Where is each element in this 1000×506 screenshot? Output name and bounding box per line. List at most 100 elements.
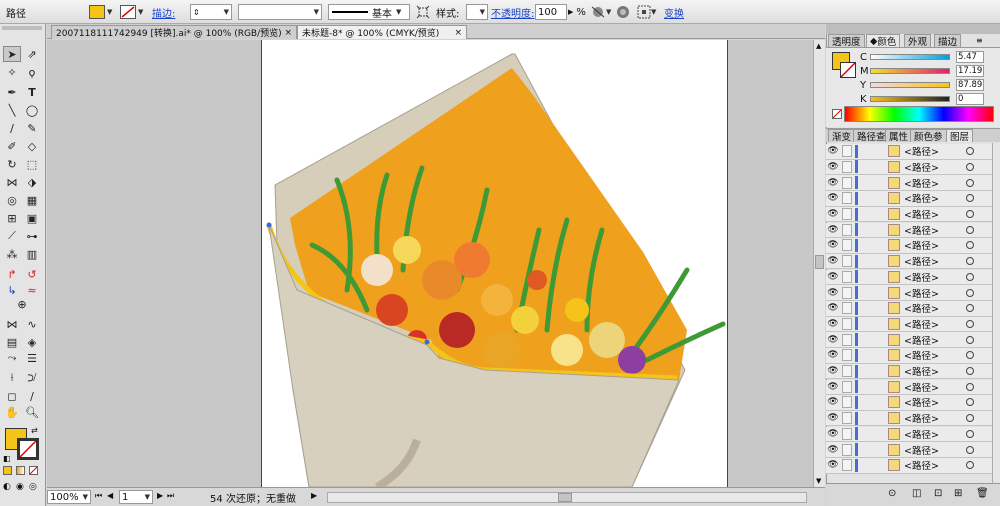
mesh-tool-icon[interactable]: ⊞: [3, 210, 21, 226]
variable-width-select[interactable]: ▼: [238, 4, 322, 20]
transform-link[interactable]: 变换: [664, 5, 684, 20]
chevron-right-icon[interactable]: ▶: [568, 8, 573, 16]
eye-icon[interactable]: 👁︎: [826, 319, 840, 329]
none-swatch[interactable]: [832, 109, 842, 119]
stroke-link[interactable]: 描边:: [152, 5, 175, 20]
warp-tool-icon[interactable]: ⤳: [3, 350, 21, 366]
fill-swatch-control[interactable]: ▼: [89, 0, 112, 24]
blob-brush-tool-icon[interactable]: ✐: [3, 138, 21, 154]
layer-row[interactable]: 👁︎ <路径>: [826, 426, 992, 443]
black-input[interactable]: 0: [956, 93, 984, 105]
symbol-sprayer-tool-icon[interactable]: ⁂: [3, 246, 21, 262]
lock-toggle[interactable]: [842, 239, 852, 252]
lock-toggle[interactable]: [842, 396, 852, 409]
tab-attributes[interactable]: 属性: [885, 129, 913, 143]
tab-gradient[interactable]: 渐变: [828, 129, 856, 143]
target-icon[interactable]: [966, 398, 974, 407]
tab-color-guide[interactable]: 颜色参: [910, 129, 947, 143]
target-icon[interactable]: [966, 429, 974, 438]
layer-row[interactable]: 👁︎ <路径>: [826, 410, 992, 427]
target-icon[interactable]: [966, 241, 974, 250]
perspective-grid-tool-icon[interactable]: ▦: [23, 192, 41, 208]
scroll-thumb[interactable]: [558, 493, 572, 502]
eye-icon[interactable]: 👁︎: [826, 256, 840, 266]
yellow-input[interactable]: 87.89: [956, 79, 984, 91]
color-spectrum[interactable]: [844, 106, 994, 122]
layer-row[interactable]: 👁︎ <路径>: [826, 379, 992, 396]
free-transform-tool-icon[interactable]: ⬗: [23, 174, 41, 190]
close-icon[interactable]: ×: [454, 28, 462, 38]
artboard-tool-icon[interactable]: ⋈: [3, 316, 21, 332]
cyan-slider[interactable]: [870, 54, 950, 60]
target-icon[interactable]: [966, 272, 974, 281]
lock-toggle[interactable]: [842, 365, 852, 378]
chevron-up-icon[interactable]: ▲: [816, 42, 821, 50]
layers-scrollbar[interactable]: [992, 143, 1000, 483]
tab-layers[interactable]: 图层: [946, 129, 974, 143]
eye-icon[interactable]: 👁︎: [826, 350, 840, 360]
lock-toggle[interactable]: [842, 443, 852, 456]
knife-tool-icon[interactable]: ∕: [23, 388, 41, 404]
recolor-artwork-icon[interactable]: ▼: [590, 0, 611, 24]
eye-icon[interactable]: 👁︎: [826, 303, 840, 313]
eye-icon[interactable]: 👁︎: [826, 193, 840, 203]
chevron-down-icon[interactable]: ▼: [107, 8, 112, 16]
target-icon[interactable]: [966, 414, 974, 423]
zoom-select[interactable]: 100% ▼: [47, 490, 91, 504]
color-mode-icon[interactable]: [3, 466, 12, 475]
status-menu-icon[interactable]: ▶: [311, 491, 317, 500]
crop-tool-icon[interactable]: ◻: [3, 388, 21, 404]
target-icon[interactable]: [966, 367, 974, 376]
black-slider[interactable]: [870, 96, 950, 102]
isolate-object-icon[interactable]: ▼: [637, 0, 656, 24]
first-page-icon[interactable]: ⏮: [95, 491, 102, 501]
stroke-none-icon[interactable]: [120, 5, 136, 19]
tab-document-1[interactable]: 2007118111742949 [转换].ai* @ 100% (RGB/预览…: [51, 25, 297, 39]
hand-tool-icon[interactable]: ✋: [3, 404, 21, 420]
drawing-modes-icon[interactable]: ◐: [3, 482, 11, 492]
selection-tool-icon[interactable]: ➤: [3, 46, 21, 62]
brush-profile-select[interactable]: 基本 ▼: [328, 4, 410, 20]
column-graph-tool-icon[interactable]: ▥: [23, 246, 41, 262]
chart-grid-tool-icon[interactable]: ▤: [3, 334, 21, 350]
eraser-tool-icon[interactable]: ◇: [23, 138, 41, 154]
eyedropper-tool-icon[interactable]: ⟋: [3, 228, 21, 244]
rotate-tool-icon[interactable]: ↻: [3, 156, 21, 172]
tab-document-2[interactable]: 未标题-8* @ 100% (CMYK/预览) ×: [297, 25, 467, 39]
globe-icon[interactable]: [616, 0, 630, 24]
eye-icon[interactable]: 👁︎: [826, 225, 840, 235]
layer-row[interactable]: 👁︎ <路径>: [826, 363, 992, 380]
ellipse-tool-icon[interactable]: ◯: [23, 102, 41, 118]
lock-toggle[interactable]: [842, 145, 852, 158]
lock-toggle[interactable]: [842, 208, 852, 221]
magic-wand-tool-icon[interactable]: ✧: [3, 64, 21, 80]
eye-icon[interactable]: 👁︎: [826, 397, 840, 407]
target-icon[interactable]: [966, 319, 974, 328]
eye-icon[interactable]: 👁︎: [826, 429, 840, 439]
target-icon[interactable]: [966, 335, 974, 344]
layer-row[interactable]: 👁︎ <路径>: [826, 175, 992, 191]
target-icon[interactable]: [966, 225, 974, 234]
tab-appearance[interactable]: 外观: [904, 34, 932, 48]
target-icon[interactable]: [966, 162, 974, 171]
crosshair-tool-icon[interactable]: ⊕: [3, 296, 41, 312]
lock-toggle[interactable]: [842, 176, 852, 189]
eye-icon[interactable]: 👁︎: [826, 335, 840, 345]
yellow-slider[interactable]: [870, 82, 950, 88]
line-tool-icon[interactable]: ╲: [3, 102, 21, 118]
cyan-input[interactable]: 5.47: [956, 51, 984, 63]
chevron-down-icon[interactable]: ▼: [816, 477, 821, 485]
target-icon[interactable]: [966, 445, 974, 454]
canvas-area[interactable]: [47, 40, 813, 487]
eye-icon[interactable]: 👁︎: [826, 209, 840, 219]
target-icon[interactable]: [966, 351, 974, 360]
scroll-thumb[interactable]: [815, 255, 824, 269]
lock-toggle[interactable]: [842, 459, 852, 472]
lock-toggle[interactable]: [842, 302, 852, 315]
horizontal-scrollbar[interactable]: [327, 492, 807, 503]
layer-row[interactable]: 👁︎ <路径>: [826, 222, 992, 239]
bouquet-artwork[interactable]: [47, 40, 813, 487]
layer-row[interactable]: 👁︎ <路径>: [826, 442, 992, 458]
lock-toggle[interactable]: [842, 255, 852, 268]
scale-tool-icon[interactable]: ⬚: [23, 156, 41, 172]
